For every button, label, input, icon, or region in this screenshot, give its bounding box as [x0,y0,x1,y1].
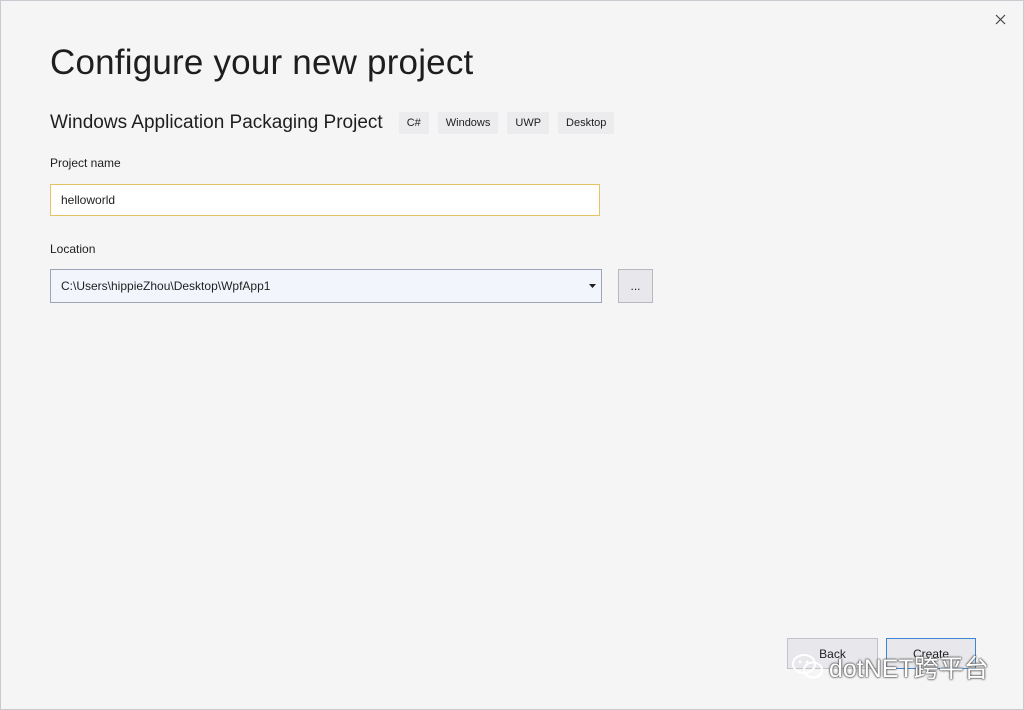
location-combobox[interactable]: C:\Users\hippieZhou\Desktop\WpfApp1 [50,269,602,303]
template-info: Windows Application Packaging Project C#… [50,109,623,137]
watermark: dotNET跨平台 [791,649,989,685]
tag-platform: Windows [437,112,499,134]
tag-language: C# [398,112,429,134]
watermark-text: dotNET跨平台 [829,655,989,683]
dialog-window: Configure your new project Windows Appli… [0,0,1024,710]
template-name: Windows Application Packaging Project [50,112,383,133]
project-name-label: Project name [50,156,121,170]
wechat-icon [792,654,823,679]
close-icon [995,14,1005,24]
location-label: Location [50,242,96,256]
location-value: C:\Users\hippieZhou\Desktop\WpfApp1 [61,279,271,293]
close-button[interactable] [987,7,1013,31]
tag-desktop: Desktop [558,112,615,134]
page-title: Configure your new project [50,43,474,82]
browse-button[interactable]: ... [618,269,653,303]
project-name-input[interactable] [50,184,600,216]
tag-uwp: UWP [507,112,550,134]
chevron-down-icon[interactable] [587,280,597,292]
